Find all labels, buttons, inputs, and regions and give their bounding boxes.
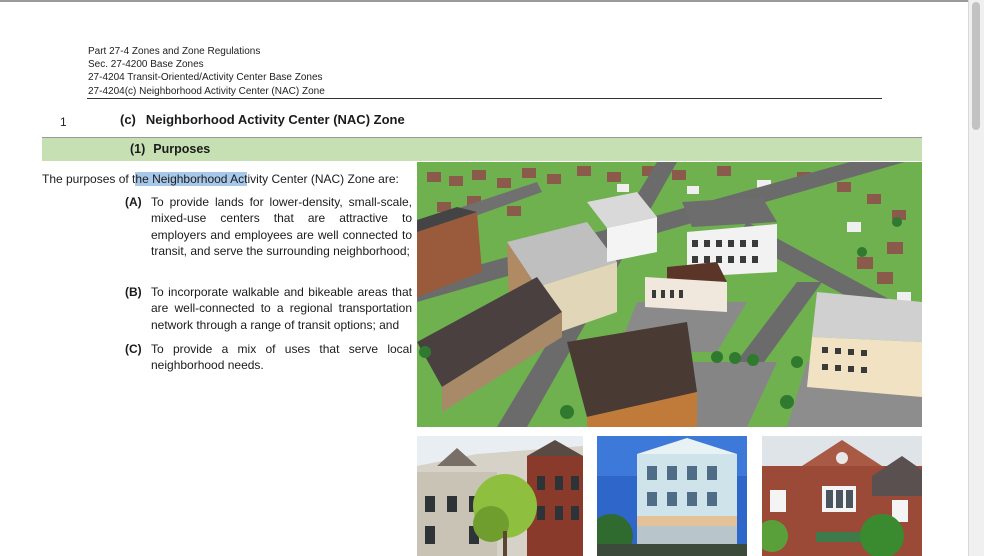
header-divider [87, 98, 882, 99]
purposes-heading: (1) Purposes [130, 142, 210, 156]
purposes-label: (1) [130, 142, 146, 156]
purpose-item-b: (B) To incorporate walkable and bikeable… [125, 284, 412, 333]
item-label: (B) [125, 285, 142, 299]
intro-paragraph[interactable]: The purposes of the Neighborhood Activit… [42, 172, 399, 186]
scrollbar-thumb[interactable] [972, 2, 980, 130]
mixed-use-building-photo [597, 436, 747, 556]
townhouse-photo [417, 436, 583, 556]
item-text: To provide lands for lower-density, smal… [151, 195, 412, 258]
purpose-item-c: (C) To provide a mix of uses that serve … [125, 341, 412, 374]
purposes-heading-bar: (1) Purposes [42, 137, 922, 161]
section-title: Neighborhood Activity Center (NAC) Zone [145, 112, 405, 127]
item-text: To provide a mix of uses that serve loca… [151, 342, 412, 373]
header-line-zone: 27-4204(c) Neighborhood Activity Center … [88, 85, 325, 97]
section-label: (c) [120, 112, 136, 127]
header-line-part: Part 27-4 Zones and Zone Regulations [88, 46, 261, 57]
intro-text-after: ivity Center (NAC) Zone are: [247, 172, 399, 186]
item-label: (C) [125, 342, 142, 356]
item-text: To incorporate walkable and bikeable are… [151, 285, 412, 332]
header-line-section: Sec. 27-4200 Base Zones [88, 59, 204, 71]
purposes-title: Purposes [153, 142, 211, 156]
section-heading: (c) Neighborhood Activity Center (NAC) Zo… [120, 112, 405, 127]
neighborhood-aerial-illustration [417, 162, 922, 427]
purpose-item-a: (A) To provide lands for lower-density, … [125, 194, 412, 259]
window-top-border [0, 0, 968, 2]
line-number: 1 [60, 115, 67, 129]
item-label: (A) [125, 195, 142, 209]
document-header: Part 27-4 Zones and Zone Regulations Sec… [88, 45, 325, 98]
brick-rowhouse-photo [762, 436, 922, 556]
intro-text-before: The purposes of t [42, 172, 136, 186]
header-line-subsection: 27-4204 Transit-Oriented/Activity Center… [88, 72, 323, 84]
text-selection-highlight[interactable]: he Neighborhood Act [135, 172, 248, 186]
